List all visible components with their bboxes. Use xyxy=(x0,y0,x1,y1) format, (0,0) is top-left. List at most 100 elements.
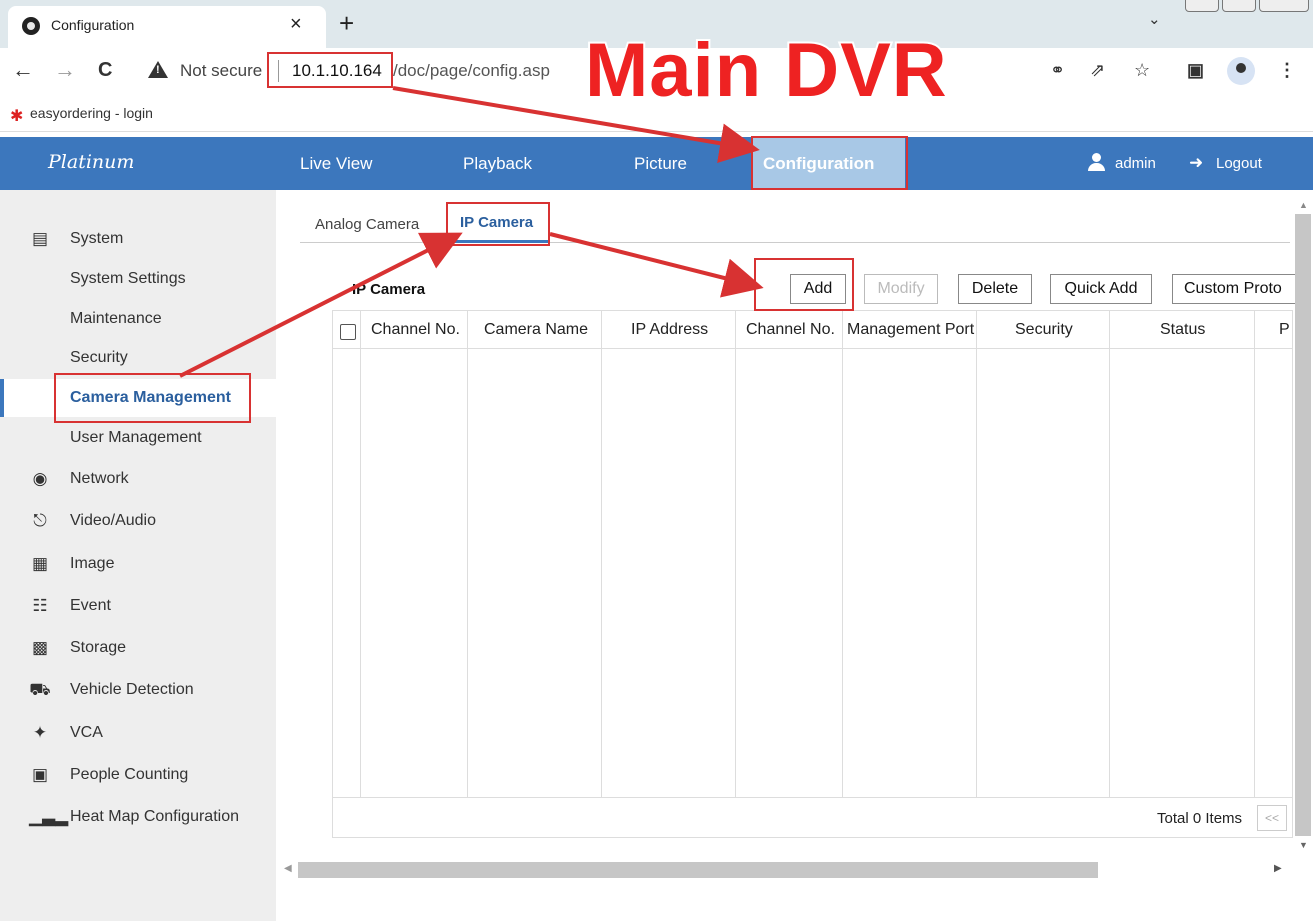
key-icon[interactable]: ⚭ xyxy=(1050,60,1065,81)
sidebar: ▤ System System Settings Maintenance Sec… xyxy=(0,190,276,921)
annotation-box-url-host xyxy=(267,52,393,88)
back-arrow-icon[interactable]: ← xyxy=(12,58,34,82)
sidebar-item-label: Video/Audio xyxy=(70,512,156,529)
scroll-up-icon[interactable]: ▲ xyxy=(1299,200,1308,210)
logout-icon[interactable]: ➜ xyxy=(1189,153,1203,173)
sidebar-item-storage[interactable]: ▩ Storage xyxy=(0,629,276,667)
tab-analog-camera[interactable]: Analog Camera xyxy=(315,216,419,233)
nav-live-view[interactable]: Live View xyxy=(300,154,372,174)
new-tab-button[interactable]: + xyxy=(339,8,354,38)
sidebar-item-network[interactable]: ◉ Network xyxy=(0,460,276,498)
user-icon xyxy=(1088,153,1105,171)
column-header[interactable]: Channel No. xyxy=(746,321,835,339)
delete-button[interactable]: Delete xyxy=(958,274,1032,304)
sidebar-item-vca[interactable]: ✦ VCA xyxy=(0,714,276,752)
forward-arrow-icon[interactable]: → xyxy=(54,58,76,82)
column-divider xyxy=(976,311,977,797)
custom-protocol-button[interactable]: Custom Proto xyxy=(1172,274,1302,304)
sidebar-item-label: Maintenance xyxy=(70,310,162,327)
profile-avatar[interactable] xyxy=(1227,57,1255,85)
vertical-scrollbar[interactable]: ▲ ▼ xyxy=(1295,200,1311,850)
scroll-down-icon[interactable]: ▼ xyxy=(1299,840,1308,850)
calendar-icon: ☷ xyxy=(32,596,48,615)
sidebar-item-label: Storage xyxy=(70,639,127,656)
bar-chart-icon: ▁▃▂ xyxy=(29,807,69,826)
vca-icon: ✦ xyxy=(32,723,48,742)
column-header[interactable]: IP Address xyxy=(631,321,708,339)
vertical-scroll-thumb[interactable] xyxy=(1295,214,1311,836)
sidebar-item-maintenance[interactable]: Maintenance xyxy=(0,300,276,338)
tab-title: Configuration xyxy=(51,17,135,33)
sidebar-item-video-audio[interactable]: ⎋ Video/Audio xyxy=(0,502,276,540)
sidebar-item-user-management[interactable]: User Management xyxy=(0,419,276,457)
sidebar-item-label: Event xyxy=(70,597,111,614)
annotation-box-add-button xyxy=(754,258,854,311)
sidebar-item-label: Heat Map Configuration xyxy=(70,808,239,825)
select-all-checkbox[interactable] xyxy=(340,324,356,340)
scroll-left-icon[interactable]: ◀ xyxy=(284,863,292,874)
tab-close-icon[interactable]: × xyxy=(290,13,302,36)
column-header[interactable]: Channel No. xyxy=(371,321,460,339)
column-divider xyxy=(1254,311,1255,797)
app-header: Platinum Live View Playback Picture Conf… xyxy=(0,137,1313,190)
annotation-box-camera-management xyxy=(54,373,251,423)
sidebar-item-system-settings[interactable]: System Settings xyxy=(0,260,276,298)
dvr-favicon-icon xyxy=(22,17,40,35)
vehicle-icon: ⛟ xyxy=(29,680,51,699)
maximize-button[interactable] xyxy=(1222,0,1256,12)
sidebar-item-label: Security xyxy=(70,349,128,366)
sidebar-item-label: VCA xyxy=(70,724,103,741)
nav-picture[interactable]: Picture xyxy=(634,154,687,174)
column-divider xyxy=(360,311,361,797)
bookmark-easyordering[interactable]: easyordering - login xyxy=(30,105,153,121)
quick-add-button[interactable]: Quick Add xyxy=(1050,274,1152,304)
sidebar-item-vehicle-detection[interactable]: ⛟ Vehicle Detection xyxy=(0,671,276,709)
sidebar-item-people-counting[interactable]: ▣ People Counting xyxy=(0,756,276,794)
horizontal-scrollbar[interactable]: ◀ ▶ xyxy=(284,862,1284,878)
table-footer: Total 0 Items << xyxy=(333,797,1292,837)
column-divider xyxy=(1109,311,1110,797)
reload-icon[interactable]: C xyxy=(98,58,112,82)
pager-first-button[interactable]: << xyxy=(1257,805,1287,831)
column-header[interactable]: Security xyxy=(1015,321,1073,339)
microphone-icon: ⎋ xyxy=(33,511,47,530)
sidebar-item-heat-map[interactable]: ▁▃▂ Heat Map Configuration xyxy=(0,798,276,836)
horizontal-scroll-thumb[interactable] xyxy=(298,862,1098,878)
side-panel-icon[interactable]: ▣ xyxy=(1187,60,1204,81)
column-header[interactable]: Status xyxy=(1160,321,1205,339)
warning-icon[interactable] xyxy=(148,61,168,78)
menu-kebab-icon[interactable]: ⋮ xyxy=(1278,60,1296,81)
security-status[interactable]: Not secure xyxy=(180,61,262,81)
column-divider xyxy=(601,311,602,797)
modify-button[interactable]: Modify xyxy=(864,274,938,304)
easyordering-bookmark-icon: ✱ xyxy=(10,108,24,125)
sidebar-item-event[interactable]: ☷ Event xyxy=(0,587,276,625)
url-path[interactable]: /doc/page/config.asp xyxy=(393,61,550,81)
close-window-button[interactable] xyxy=(1259,0,1309,12)
column-header[interactable]: Camera Name xyxy=(484,321,588,339)
column-header[interactable]: P xyxy=(1279,321,1290,339)
column-divider xyxy=(467,311,468,797)
sidebar-item-label: People Counting xyxy=(70,766,189,783)
brand-logo: Platinum xyxy=(48,151,135,173)
sidebar-item-label: System Settings xyxy=(70,270,186,287)
sidebar-item-system[interactable]: ▤ System xyxy=(0,220,276,258)
column-header[interactable]: Management Port xyxy=(847,321,974,339)
nav-playback[interactable]: Playback xyxy=(463,154,532,174)
disk-icon: ▩ xyxy=(31,638,49,657)
scroll-right-icon[interactable]: ▶ xyxy=(1274,863,1282,874)
sidebar-item-label: Network xyxy=(70,470,129,487)
logout-link[interactable]: Logout xyxy=(1216,155,1262,172)
sidebar-item-security[interactable]: Security xyxy=(0,339,276,377)
browser-tab[interactable]: Configuration × xyxy=(8,6,326,48)
user-name[interactable]: admin xyxy=(1115,155,1156,172)
tab-search-chevron-icon[interactable]: ⌄ xyxy=(1148,10,1161,28)
annotation-box-ip-camera-tab xyxy=(446,202,550,246)
share-icon[interactable]: ⇗ xyxy=(1090,60,1105,81)
table-header: Channel No. Camera Name IP Address Chann… xyxy=(333,311,1292,349)
column-divider xyxy=(842,311,843,797)
bookmark-star-icon[interactable]: ☆ xyxy=(1134,60,1150,81)
minimize-button[interactable] xyxy=(1185,0,1219,12)
sidebar-item-image[interactable]: ▦ Image xyxy=(0,545,276,583)
main-dvr-annotation: Main DVR xyxy=(583,26,949,115)
